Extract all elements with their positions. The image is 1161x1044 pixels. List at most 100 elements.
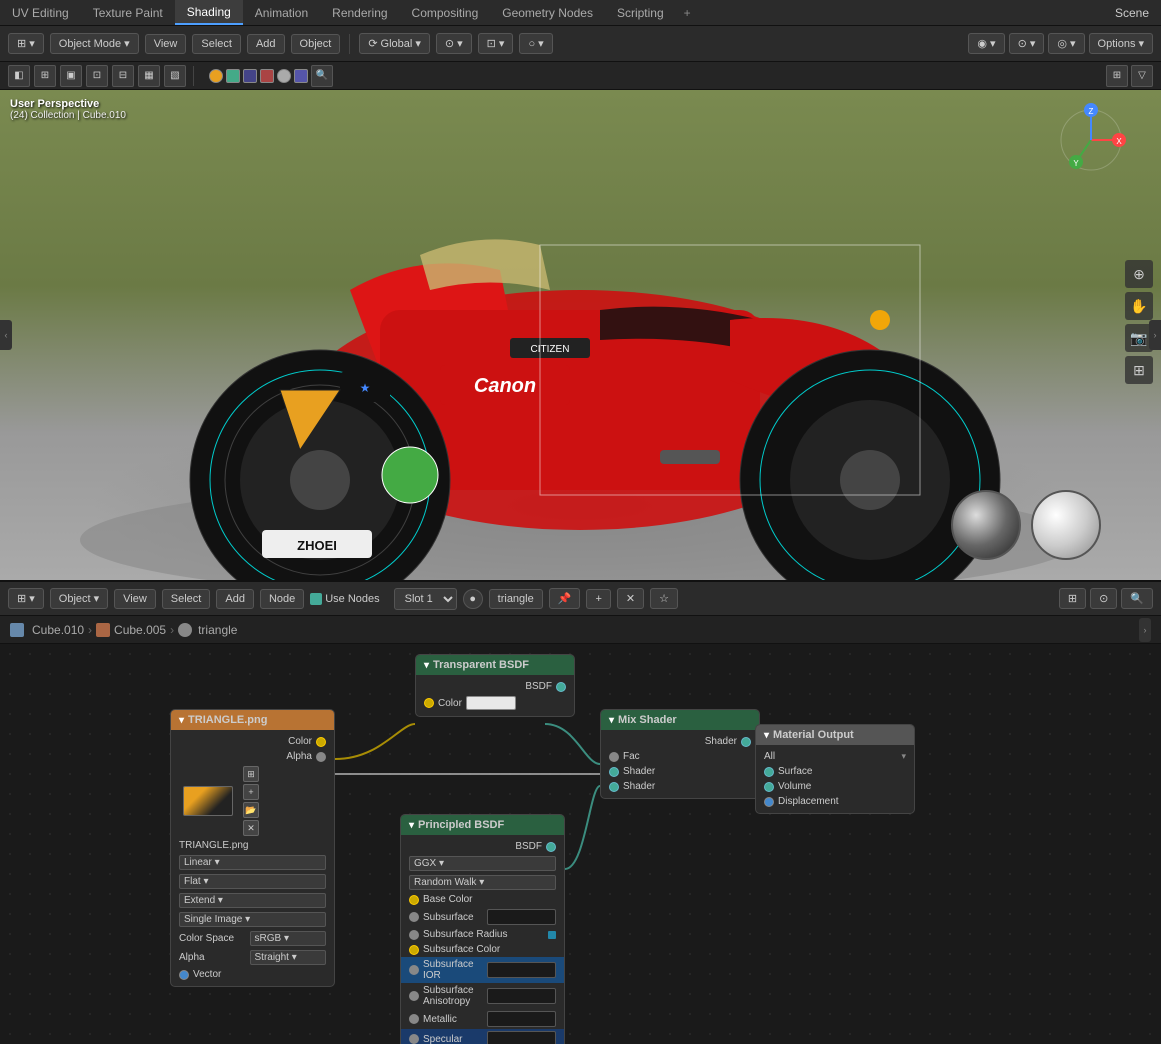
browse-image-btn[interactable]: ⊞ [243,766,259,782]
transform-pivot-btn[interactable]: ⊙ ▾ [436,33,472,54]
collapse-node-panel-btn[interactable]: › [1139,618,1151,642]
viewport-3d[interactable]: Canon CITIZEN ★ ZHOEI User Perspective (… [0,90,1161,580]
breadcrumb-cube010[interactable]: Cube.010 [32,623,84,637]
viewport-shading-btn[interactable]: ◉ ▾ [968,33,1004,54]
alpha-output-socket[interactable] [316,752,326,762]
pan-icon[interactable]: ✋ [1125,292,1153,320]
mode-icon-3[interactable]: ▣ [60,65,82,87]
mix-fac-input[interactable] [609,752,619,762]
flat-dropdown[interactable]: Flat ▾ [179,874,326,889]
search-icon[interactable]: 🔍 [311,65,333,87]
mode-icon-6[interactable]: ▦ [138,65,160,87]
extend-dropdown[interactable]: Extend ▾ [179,893,326,908]
collapse-right-panel-btn[interactable]: › [1149,320,1161,350]
linear-dropdown[interactable]: Linear ▾ [179,855,326,870]
layout-icon[interactable]: ⊞ [1106,65,1128,87]
colorspace-dropdown[interactable]: sRGB ▾ [250,931,327,946]
subsurface-radius-socket[interactable] [409,930,419,940]
filter-icon[interactable]: ▽ [1131,65,1153,87]
alpha-dropdown[interactable]: Straight ▾ [250,950,327,965]
vector-input-socket[interactable] [179,970,189,980]
shader-object-dropdown[interactable]: Object ▾ [50,588,108,609]
volume-input-socket[interactable] [764,782,774,792]
zoom-in-icon[interactable]: ⊕ [1125,260,1153,288]
delete-material-btn[interactable]: ✕ [617,588,644,609]
new-material-btn[interactable]: + [586,589,610,609]
subsurface-ior-socket[interactable] [409,965,419,975]
ggx-dropdown[interactable]: GGX ▾ [409,856,556,871]
pin-material-btn[interactable]: 📌 [549,588,581,609]
tab-rendering[interactable]: Rendering [320,0,399,25]
mix-shader2-input[interactable] [609,782,619,792]
surface-input-socket[interactable] [764,767,774,777]
fake-user-btn[interactable]: ☆ [650,588,678,609]
tab-shading[interactable]: Shading [175,0,243,25]
random-walk-dropdown[interactable]: Random Walk ▾ [409,875,556,890]
single-image-dropdown[interactable]: Single Image ▾ [179,912,326,927]
mode-icon-1[interactable]: ◧ [8,65,30,87]
subsurface-anisotropy-value[interactable]: 0.000 [487,988,557,1004]
slot-dropdown[interactable]: Slot 1 [394,588,457,610]
add-menu[interactable]: Add [247,34,285,54]
base-color-socket[interactable] [409,895,419,905]
tab-scripting[interactable]: Scripting [605,0,676,25]
mode-icon-4[interactable]: ⊡ [86,65,108,87]
metallic-socket[interactable] [409,1014,419,1024]
open-image-btn[interactable]: 📂 [243,802,259,818]
mix-shader-output-socket[interactable] [741,737,751,747]
use-nodes-toggle[interactable]: Use Nodes [310,593,379,605]
mix-shader1-input[interactable] [609,767,619,777]
select-menu[interactable]: Select [192,34,241,54]
mode-icon-2[interactable]: ⊞ [34,65,56,87]
breadcrumb-cube005[interactable]: Cube.005 [114,623,166,637]
subsurface-value[interactable]: 0.000 [487,909,557,925]
subsurface-ior-value[interactable]: 1.400 [487,962,557,978]
subsurface-socket[interactable] [409,912,419,922]
editor-type-button[interactable]: ⊞ ▾ [8,33,44,54]
tab-geometry-nodes[interactable]: Geometry Nodes [490,0,605,25]
use-nodes-checkbox[interactable] [310,593,322,605]
use-nodes-view-btn[interactable]: ⊙ [1090,588,1117,609]
transparent-color-input[interactable] [424,698,434,708]
view-menu[interactable]: View [145,34,187,54]
overlay-btn[interactable]: ⊙ ▾ [1009,33,1045,54]
gizmo-btn[interactable]: ◎ ▾ [1048,33,1084,54]
object-menu[interactable]: Object [291,34,341,54]
tab-uv-editing[interactable]: UV Editing [0,0,81,25]
delete-image-btn[interactable]: ✕ [243,820,259,836]
tab-texture-paint[interactable]: Texture Paint [81,0,175,25]
shader-node-menu[interactable]: Node [260,589,304,609]
object-mode-dropdown[interactable]: Object Mode ▾ [50,33,139,54]
transform-dropdown[interactable]: ⟳ Global ▾ [359,33,430,54]
mode-icon-5[interactable]: ⊟ [112,65,134,87]
shader-view-menu[interactable]: View [114,589,156,609]
add-workspace-button[interactable]: + [676,2,699,24]
transparent-color-swatch[interactable] [466,696,516,710]
new-image-btn[interactable]: + [243,784,259,800]
specular-value[interactable]: 0.500 [487,1031,557,1044]
breadcrumb-triangle[interactable]: triangle [198,623,237,637]
specular-socket[interactable] [409,1034,419,1044]
shader-select-menu[interactable]: Select [162,589,211,609]
shader-canvas[interactable]: ▾ TRIANGLE.png Color Alpha ⊞ + 📂 ✕ [0,644,1161,1044]
zoom-btn[interactable]: 🔍 [1121,588,1153,609]
proportional-btn[interactable]: ○ ▾ [519,33,552,54]
subsurface-color-socket[interactable] [409,945,419,955]
tab-animation[interactable]: Animation [243,0,320,25]
metallic-value[interactable]: 0.000 [487,1011,557,1027]
node-layout-btn[interactable]: ⊞ [1059,588,1086,609]
bsdf-output-socket[interactable] [556,682,566,692]
material-name-field[interactable]: triangle [489,589,543,609]
mode-icon-7[interactable]: ▧ [164,65,186,87]
collapse-left-panel-btn[interactable]: ‹ [0,320,12,350]
color-output-socket[interactable] [316,737,326,747]
grid-icon[interactable]: ⊞ [1125,356,1153,384]
tab-compositing[interactable]: Compositing [400,0,491,25]
displacement-input-socket[interactable] [764,797,774,807]
shader-editor-type-btn[interactable]: ⊞ ▾ [8,588,44,609]
options-btn[interactable]: Options ▾ [1089,33,1153,54]
material-sphere-icon[interactable]: ● [463,589,483,609]
principled-bsdf-output-socket[interactable] [546,842,556,852]
subsurface-anisotropy-socket[interactable] [409,991,419,1001]
shader-add-menu[interactable]: Add [216,589,254,609]
